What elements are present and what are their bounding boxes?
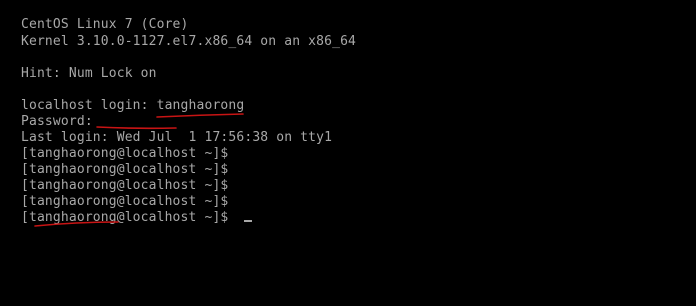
login-line: localhost login: tanghaorong [21, 98, 245, 113]
kernel-info-line: Kernel 3.10.0-1127.el7.x86_64 on an x86_… [21, 34, 357, 49]
terminal-screen[interactable]: CentOS Linux 7 (Core) Kernel 3.10.0-1127… [0, 0, 696, 306]
active-prompt-line[interactable]: [tanghaorong@localhost ~]$ [21, 210, 253, 226]
last-login-line: Last login: Wed Jul 1 17:56:38 on tty1 [21, 130, 333, 145]
text-cursor [244, 220, 253, 222]
prompt-line: [tanghaorong@localhost ~]$ [21, 146, 229, 161]
active-prompt-text: [tanghaorong@localhost ~]$ [21, 210, 237, 225]
prompt-line: [tanghaorong@localhost ~]$ [21, 162, 229, 177]
os-banner-line: CentOS Linux 7 (Core) [21, 17, 189, 32]
password-line: Password: [21, 114, 93, 129]
prompt-line: [tanghaorong@localhost ~]$ [21, 194, 229, 209]
hint-line: Hint: Num Lock on [21, 66, 157, 81]
prompt-line: [tanghaorong@localhost ~]$ [21, 178, 229, 193]
username-underline [156, 113, 244, 118]
password-underline [96, 126, 177, 130]
